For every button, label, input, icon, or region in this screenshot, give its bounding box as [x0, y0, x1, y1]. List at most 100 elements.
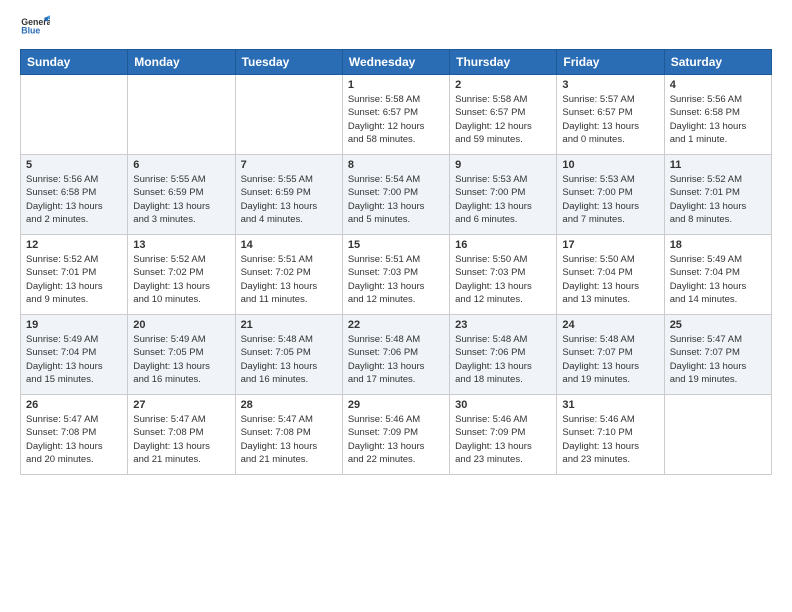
- calendar-day: 17 Sunrise: 5:50 AM Sunset: 7:04 PM Dayli…: [557, 235, 664, 315]
- svg-text:Blue: Blue: [21, 26, 40, 36]
- day-number: 19: [26, 319, 122, 331]
- day-number: 11: [670, 159, 766, 171]
- day-info: Sunrise: 5:58 AM Sunset: 6:57 PM Dayligh…: [348, 93, 444, 146]
- day-info: Sunrise: 5:50 AM Sunset: 7:04 PM Dayligh…: [562, 253, 658, 306]
- calendar-day: 21 Sunrise: 5:48 AM Sunset: 7:05 PM Dayli…: [235, 315, 342, 395]
- calendar-day: 6 Sunrise: 5:55 AM Sunset: 6:59 PM Daylig…: [128, 155, 235, 235]
- day-info: Sunrise: 5:48 AM Sunset: 7:06 PM Dayligh…: [455, 333, 551, 386]
- day-info: Sunrise: 5:54 AM Sunset: 7:00 PM Dayligh…: [348, 173, 444, 226]
- day-info: Sunrise: 5:51 AM Sunset: 7:02 PM Dayligh…: [241, 253, 337, 306]
- day-info: Sunrise: 5:52 AM Sunset: 7:02 PM Dayligh…: [133, 253, 229, 306]
- day-info: Sunrise: 5:56 AM Sunset: 6:58 PM Dayligh…: [670, 93, 766, 146]
- day-number: 14: [241, 239, 337, 251]
- day-number: 5: [26, 159, 122, 171]
- calendar-day: 24 Sunrise: 5:48 AM Sunset: 7:07 PM Dayli…: [557, 315, 664, 395]
- calendar-day: 3 Sunrise: 5:57 AM Sunset: 6:57 PM Daylig…: [557, 75, 664, 155]
- day-info: Sunrise: 5:58 AM Sunset: 6:57 PM Dayligh…: [455, 93, 551, 146]
- day-number: 13: [133, 239, 229, 251]
- calendar-day: 14 Sunrise: 5:51 AM Sunset: 7:02 PM Dayli…: [235, 235, 342, 315]
- day-number: 31: [562, 399, 658, 411]
- day-number: 10: [562, 159, 658, 171]
- logo: General Blue: [20, 15, 50, 37]
- day-number: 25: [670, 319, 766, 331]
- weekday-header-thursday: Thursday: [450, 50, 557, 75]
- calendar-day: 9 Sunrise: 5:53 AM Sunset: 7:00 PM Daylig…: [450, 155, 557, 235]
- day-info: Sunrise: 5:56 AM Sunset: 6:58 PM Dayligh…: [26, 173, 122, 226]
- day-number: 12: [26, 239, 122, 251]
- day-info: Sunrise: 5:49 AM Sunset: 7:04 PM Dayligh…: [670, 253, 766, 306]
- day-info: Sunrise: 5:53 AM Sunset: 7:00 PM Dayligh…: [562, 173, 658, 226]
- weekday-header-friday: Friday: [557, 50, 664, 75]
- calendar-day: 11 Sunrise: 5:52 AM Sunset: 7:01 PM Dayli…: [664, 155, 771, 235]
- weekday-header-wednesday: Wednesday: [342, 50, 449, 75]
- calendar-day: 1Sunrise: 5:58 AM Sunset: 6:57 PM Daylig…: [342, 75, 449, 155]
- day-number: 29: [348, 399, 444, 411]
- day-info: Sunrise: 5:47 AM Sunset: 7:08 PM Dayligh…: [241, 413, 337, 466]
- calendar-week-2: 5 Sunrise: 5:56 AM Sunset: 6:58 PM Daylig…: [21, 155, 772, 235]
- calendar-week-5: 26 Sunrise: 5:47 AM Sunset: 7:08 PM Dayli…: [21, 395, 772, 475]
- calendar-day: 12 Sunrise: 5:52 AM Sunset: 7:01 PM Dayli…: [21, 235, 128, 315]
- calendar-day: 18 Sunrise: 5:49 AM Sunset: 7:04 PM Dayli…: [664, 235, 771, 315]
- day-info: Sunrise: 5:46 AM Sunset: 7:09 PM Dayligh…: [455, 413, 551, 466]
- calendar-day: 26 Sunrise: 5:47 AM Sunset: 7:08 PM Dayli…: [21, 395, 128, 475]
- calendar-week-4: 19Sunrise: 5:49 AM Sunset: 7:04 PM Dayli…: [21, 315, 772, 395]
- day-info: Sunrise: 5:47 AM Sunset: 7:08 PM Dayligh…: [133, 413, 229, 466]
- day-number: 4: [670, 79, 766, 91]
- day-info: Sunrise: 5:55 AM Sunset: 6:59 PM Dayligh…: [133, 173, 229, 226]
- day-info: Sunrise: 5:49 AM Sunset: 7:05 PM Dayligh…: [133, 333, 229, 386]
- calendar-day: 29Sunrise: 5:46 AM Sunset: 7:09 PM Dayli…: [342, 395, 449, 475]
- calendar-day: 22 Sunrise: 5:48 AM Sunset: 7:06 PM Dayli…: [342, 315, 449, 395]
- calendar-week-3: 12 Sunrise: 5:52 AM Sunset: 7:01 PM Dayli…: [21, 235, 772, 315]
- calendar-day: [664, 395, 771, 475]
- calendar-day: 20 Sunrise: 5:49 AM Sunset: 7:05 PM Dayli…: [128, 315, 235, 395]
- day-info: Sunrise: 5:53 AM Sunset: 7:00 PM Dayligh…: [455, 173, 551, 226]
- day-number: 30: [455, 399, 551, 411]
- day-number: 6: [133, 159, 229, 171]
- calendar-day: [235, 75, 342, 155]
- calendar-day: [21, 75, 128, 155]
- day-info: Sunrise: 5:46 AM Sunset: 7:10 PM Dayligh…: [562, 413, 658, 466]
- day-number: 15: [348, 239, 444, 251]
- calendar-table: SundayMondayTuesdayWednesdayThursdayFrid…: [20, 49, 772, 475]
- calendar-day: 10 Sunrise: 5:53 AM Sunset: 7:00 PM Dayli…: [557, 155, 664, 235]
- calendar-day: 25 Sunrise: 5:47 AM Sunset: 7:07 PM Dayli…: [664, 315, 771, 395]
- weekday-header-saturday: Saturday: [664, 50, 771, 75]
- day-number: 3: [562, 79, 658, 91]
- day-info: Sunrise: 5:52 AM Sunset: 7:01 PM Dayligh…: [26, 253, 122, 306]
- day-number: 27: [133, 399, 229, 411]
- day-info: Sunrise: 5:50 AM Sunset: 7:03 PM Dayligh…: [455, 253, 551, 306]
- day-info: Sunrise: 5:47 AM Sunset: 7:07 PM Dayligh…: [670, 333, 766, 386]
- day-info: Sunrise: 5:47 AM Sunset: 7:08 PM Dayligh…: [26, 413, 122, 466]
- day-number: 9: [455, 159, 551, 171]
- calendar-day: 7Sunrise: 5:55 AM Sunset: 6:59 PM Daylig…: [235, 155, 342, 235]
- day-number: 28: [241, 399, 337, 411]
- calendar-day: 16 Sunrise: 5:50 AM Sunset: 7:03 PM Dayli…: [450, 235, 557, 315]
- day-info: Sunrise: 5:48 AM Sunset: 7:06 PM Dayligh…: [348, 333, 444, 386]
- day-info: Sunrise: 5:57 AM Sunset: 6:57 PM Dayligh…: [562, 93, 658, 146]
- calendar-day: 19Sunrise: 5:49 AM Sunset: 7:04 PM Dayli…: [21, 315, 128, 395]
- day-number: 2: [455, 79, 551, 91]
- day-number: 20: [133, 319, 229, 331]
- day-info: Sunrise: 5:48 AM Sunset: 7:05 PM Dayligh…: [241, 333, 337, 386]
- day-info: Sunrise: 5:51 AM Sunset: 7:03 PM Dayligh…: [348, 253, 444, 306]
- day-info: Sunrise: 5:48 AM Sunset: 7:07 PM Dayligh…: [562, 333, 658, 386]
- calendar-day: 30 Sunrise: 5:46 AM Sunset: 7:09 PM Dayli…: [450, 395, 557, 475]
- weekday-header-row: SundayMondayTuesdayWednesdayThursdayFrid…: [21, 50, 772, 75]
- calendar-day: 2 Sunrise: 5:58 AM Sunset: 6:57 PM Daylig…: [450, 75, 557, 155]
- day-info: Sunrise: 5:52 AM Sunset: 7:01 PM Dayligh…: [670, 173, 766, 226]
- page-container: General Blue SundayMondayTuesdayWednesda…: [0, 0, 792, 490]
- weekday-header-tuesday: Tuesday: [235, 50, 342, 75]
- day-number: 17: [562, 239, 658, 251]
- day-number: 23: [455, 319, 551, 331]
- logo-icon: General Blue: [20, 15, 50, 37]
- day-number: 16: [455, 239, 551, 251]
- day-number: 24: [562, 319, 658, 331]
- day-number: 22: [348, 319, 444, 331]
- day-number: 21: [241, 319, 337, 331]
- calendar-day: 13 Sunrise: 5:52 AM Sunset: 7:02 PM Dayli…: [128, 235, 235, 315]
- day-number: 18: [670, 239, 766, 251]
- calendar-day: 8Sunrise: 5:54 AM Sunset: 7:00 PM Daylig…: [342, 155, 449, 235]
- day-number: 26: [26, 399, 122, 411]
- calendar-day: 23 Sunrise: 5:48 AM Sunset: 7:06 PM Dayli…: [450, 315, 557, 395]
- header: General Blue: [20, 15, 772, 37]
